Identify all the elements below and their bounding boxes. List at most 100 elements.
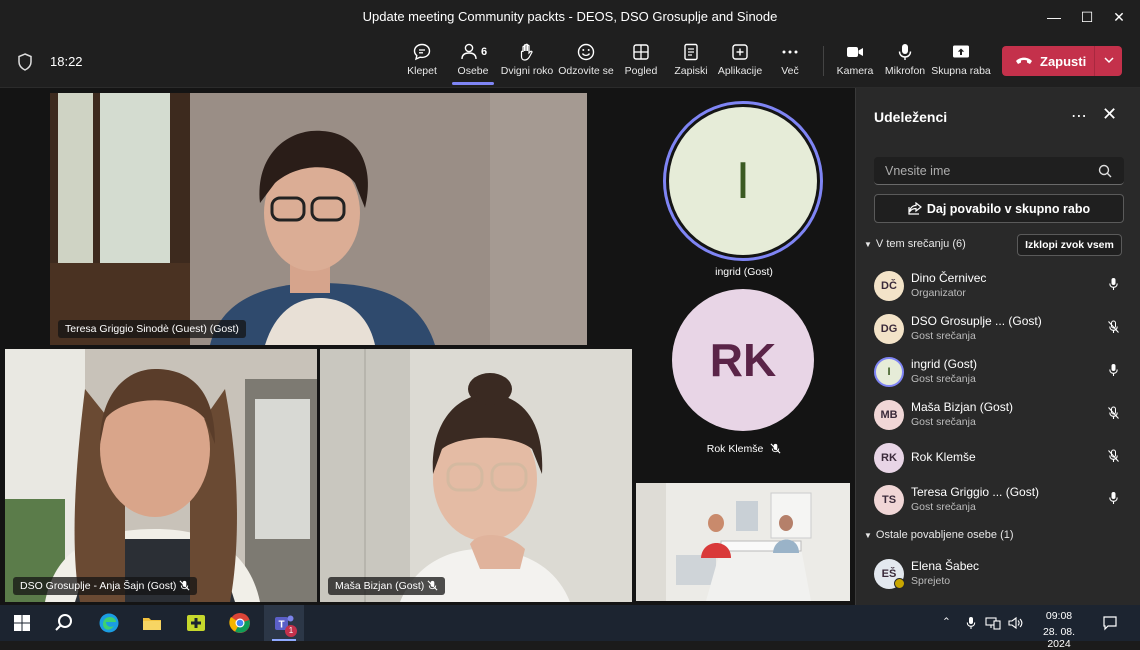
svg-text:T: T	[278, 620, 284, 631]
video-tile-anja[interactable]: DSO Grosuplje - Anja Šajn (Gost)	[5, 349, 317, 602]
microphone-icon	[1109, 364, 1118, 376]
grid-view-icon	[633, 44, 649, 60]
participant-role: Gost srečanja	[911, 373, 976, 385]
raise-hand-button[interactable]: Dvigni roko	[497, 42, 557, 77]
others-label: Ostale povabljene osebe (1)	[875, 529, 1014, 541]
participant-row[interactable]: DG DSO Grosuplje ... (Gost) Gost srečanj…	[856, 307, 1140, 349]
close-icon[interactable]: ✕	[1102, 104, 1117, 125]
clock-date[interactable]: 28. 08. 2024	[1030, 626, 1088, 650]
microphone-icon[interactable]	[965, 616, 977, 630]
self-view-video[interactable]	[636, 483, 850, 601]
search-input[interactable]: Vnesite ime	[874, 157, 1124, 185]
file-explorer-icon[interactable]	[140, 611, 164, 635]
avatar: RK	[874, 443, 904, 473]
participant-row[interactable]: DČ Dino Černivec Organizator	[856, 264, 1140, 306]
others-section-header[interactable]: ▼ Ostale povabljene osebe (1)	[864, 529, 1014, 541]
participant-name: ingrid (Gost)	[911, 357, 978, 371]
avatar: I	[874, 357, 904, 387]
search-icon[interactable]	[52, 611, 76, 635]
participant-name: DSO Grosuplje ... (Gost)	[911, 314, 1042, 328]
mic-button[interactable]: Mikrofon	[875, 42, 935, 77]
network-icon[interactable]	[985, 616, 1001, 630]
share-content-label: Skupna raba	[931, 65, 991, 77]
participant-row[interactable]: TS Teresa Griggio ... (Gost) Gost srečan…	[856, 478, 1140, 520]
notes-icon	[684, 43, 698, 61]
share-invite-label: Daj povabilo v skupno rabo	[926, 202, 1091, 216]
participant-role: Gost srečanja	[911, 416, 976, 428]
participant-row[interactable]: RK Rok Klemše	[856, 436, 1140, 478]
avatar: DG	[874, 314, 904, 344]
leave-button[interactable]: Zapusti	[1002, 46, 1122, 76]
avatar: I	[669, 107, 817, 255]
participant-role: Gost srečanja	[911, 501, 976, 513]
share-invite-button[interactable]: Daj povabilo v skupno rabo	[874, 194, 1124, 223]
app-icon[interactable]	[184, 611, 208, 635]
panel-more-icon[interactable]: ⋯	[1071, 106, 1088, 126]
microphone-icon	[1109, 278, 1118, 290]
microphone-icon	[898, 44, 912, 60]
smiley-icon	[577, 43, 595, 61]
mic-muted-icon	[1108, 406, 1119, 419]
chrome-icon[interactable]	[228, 611, 252, 635]
minimize-icon[interactable]: —	[1043, 6, 1065, 28]
search-placeholder: Vnesite ime	[885, 164, 951, 178]
video-tile-teresa[interactable]: Teresa Griggio Sinodè (Guest) (Gost)	[50, 93, 587, 345]
chat-label: Klepet	[407, 65, 437, 77]
mic-muted-icon	[770, 443, 781, 454]
raise-hand-label: Dvigni roko	[500, 65, 554, 77]
video-stage: Teresa Griggio Sinodè (Guest) (Gost) DSO…	[0, 88, 855, 605]
maximize-icon[interactable]: ☐	[1076, 6, 1098, 28]
mic-muted-icon	[427, 580, 438, 591]
more-button[interactable]: Več	[760, 42, 820, 77]
hand-icon	[520, 43, 533, 61]
add-app-icon	[732, 44, 748, 60]
share-content-button[interactable]: Skupna raba	[931, 42, 991, 77]
camera-label: Kamera	[836, 65, 874, 77]
volume-icon[interactable]	[1007, 616, 1023, 630]
avatar-tile-rok[interactable]: RK Rok Klemše	[640, 286, 848, 464]
notification-badge: 1	[285, 625, 297, 637]
status-clock-icon	[894, 578, 905, 589]
apps-label: Aplikacije	[717, 65, 763, 77]
video-tile-masa[interactable]: Maša Bizjan (Gost)	[320, 349, 632, 602]
edge-browser-icon[interactable]	[97, 611, 121, 635]
camera-icon	[847, 47, 863, 57]
people-button[interactable]: 6 Osebe	[443, 42, 503, 85]
chevron-down-icon[interactable]	[1102, 53, 1116, 67]
participant-row[interactable]: EŠ Elena Šabec Sprejeto	[856, 552, 1140, 594]
close-window-icon[interactable]: ✕	[1108, 6, 1130, 28]
in-meeting-section-header[interactable]: ▼ V tem srečanju (6)	[864, 238, 966, 250]
react-button[interactable]: Odzovite se	[556, 42, 616, 77]
participant-name: Teresa Griggio ... (Gost)	[911, 485, 1040, 499]
avatar-tile-ingrid[interactable]: I ingrid (Gost)	[640, 93, 848, 283]
windows-start-icon[interactable]	[10, 611, 34, 635]
participant-role: Sprejeto	[911, 575, 951, 587]
participant-name-label: DSO Grosuplje - Anja Šajn (Gost)	[13, 577, 198, 595]
mic-muted-icon	[1108, 449, 1119, 462]
notifications-icon[interactable]	[1102, 615, 1118, 631]
participant-video	[50, 93, 587, 345]
participant-video	[320, 349, 632, 602]
share-icon	[908, 201, 922, 215]
search-icon	[1098, 164, 1112, 178]
chat-icon	[413, 43, 431, 61]
teams-taskbar-button[interactable]: T 1	[264, 605, 304, 641]
participant-name-label: Maša Bizjan (Gost)	[328, 577, 446, 595]
participant-role: Gost srečanja	[911, 330, 976, 342]
chevron-up-icon[interactable]: ⌃	[942, 616, 951, 628]
participant-name: Dino Černivec	[911, 271, 987, 285]
mute-all-button[interactable]: Izklopi zvok vsem	[1017, 234, 1122, 256]
react-label: Odzovite se	[558, 65, 614, 77]
avatar: TS	[874, 485, 904, 515]
hang-up-icon	[1016, 57, 1032, 64]
toolbar-divider	[823, 46, 824, 76]
more-label: Več	[781, 65, 799, 77]
participant-row[interactable]: I ingrid (Gost) Gost srečanja	[856, 350, 1140, 392]
shield-icon	[18, 53, 32, 71]
clock-time[interactable]: 09:08	[1030, 610, 1088, 622]
microphone-icon	[1109, 492, 1118, 504]
participant-name: Maša Bizjan (Gost)	[911, 400, 1014, 414]
participant-row[interactable]: MB Maša Bizjan (Gost) Gost srečanja	[856, 393, 1140, 435]
leave-divider	[1094, 46, 1095, 76]
speaking-ring: I	[663, 101, 823, 261]
